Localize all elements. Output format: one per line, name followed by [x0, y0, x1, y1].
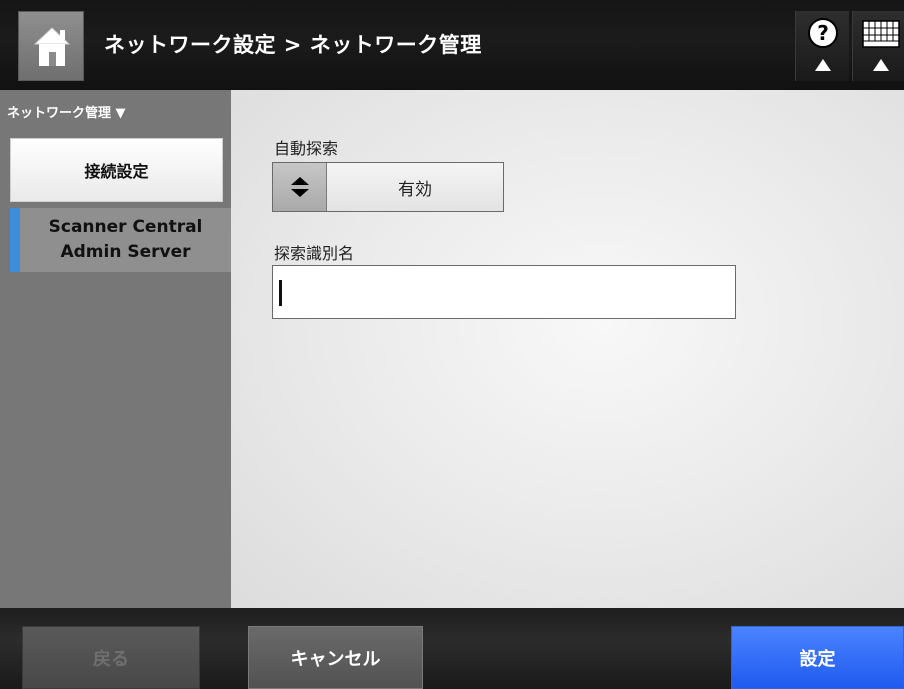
keyboard-icon — [862, 20, 900, 71]
page-title: ネットワーク設定 > ネットワーク管理 — [104, 33, 482, 57]
sidebar-item-label: 接続設定 — [84, 162, 149, 181]
sidebar-heading[interactable]: ネットワーク管理 ▼ — [7, 102, 126, 121]
home-icon — [33, 27, 71, 66]
cancel-button[interactable]: キャンセル — [248, 626, 423, 689]
help-icon: ? — [808, 18, 838, 71]
sidebar-item-label-line1: Scanner Central — [48, 217, 203, 237]
back-button[interactable]: 戻る — [22, 626, 200, 689]
auto-discovery-label: 自動探索 — [274, 139, 339, 158]
main-panel: 自動探索 有効 探索識別名 — [231, 90, 904, 608]
apply-button[interactable]: 設定 — [731, 626, 904, 689]
auto-discovery-value: 有効 — [398, 179, 432, 200]
up-down-arrow-icon — [291, 177, 309, 197]
auto-discovery-select[interactable]: 有効 — [272, 162, 504, 212]
sidebar-item-label-line2: Admin Server — [60, 242, 191, 262]
text-caret — [279, 280, 282, 306]
select-arrows-button[interactable] — [273, 163, 327, 211]
sidebar: ネットワーク管理 ▼ 接続設定 Scanner Central Admin Se… — [0, 90, 231, 608]
discovery-name-input[interactable] — [272, 265, 736, 319]
keyboard-button[interactable] — [852, 11, 904, 81]
discovery-name-label: 探索識別名 — [274, 244, 355, 263]
svg-text:?: ? — [817, 21, 829, 45]
sidebar-item-scanner-central-admin-server[interactable]: Scanner Central Admin Server — [10, 208, 231, 272]
home-button[interactable] — [18, 11, 84, 81]
header-bar: ネットワーク設定 > ネットワーク管理 ? — [0, 0, 904, 90]
help-button[interactable]: ? — [795, 11, 849, 81]
footer-bar: 戻る キャンセル 設定 — [0, 608, 904, 689]
sidebar-item-connection-settings[interactable]: 接続設定 — [10, 138, 223, 202]
